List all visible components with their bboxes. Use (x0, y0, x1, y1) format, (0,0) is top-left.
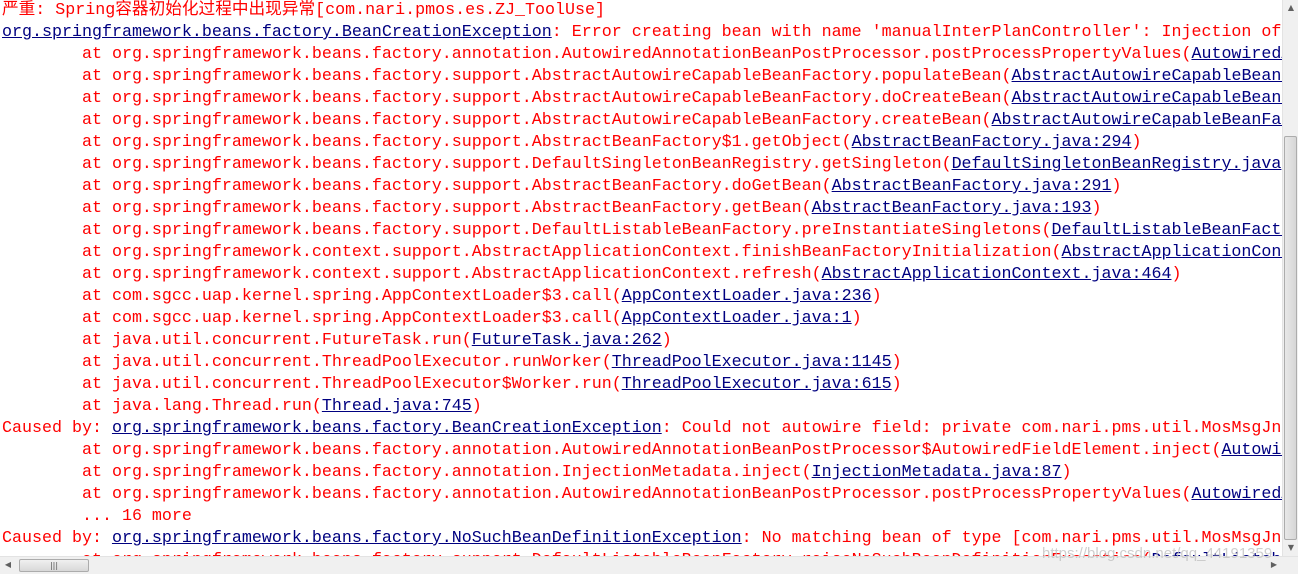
console-output: 严重: Spring容器初始化过程中出现异常[com.nari.pmos.es.… (0, 0, 1282, 556)
console-text: ) (1171, 265, 1182, 284)
stacktrace-link[interactable]: AbstractApplicationContext.java:464 (822, 265, 1172, 284)
stacktrace-link[interactable]: AutowiredAnnotationBeanPostProcessor.jav… (1191, 485, 1282, 504)
console-text: at org.springframework.beans.factory.sup… (2, 199, 812, 218)
grip-icon: ||| (49, 561, 59, 570)
console-text: ) (1091, 199, 1102, 218)
stacktrace-link[interactable]: AbstractAutowireCapableBeanFactory.java (992, 111, 1282, 130)
stacktrace-link[interactable]: AbstractBeanFactory.java:294 (852, 133, 1132, 152)
stacktrace-link[interactable]: FutureTask.java:262 (472, 331, 662, 350)
console-line: at org.springframework.beans.factory.sup… (2, 154, 1281, 176)
console-line: at org.springframework.beans.factory.sup… (2, 176, 1122, 198)
console-line: at java.util.concurrent.ThreadPoolExecut… (2, 374, 902, 396)
console-text: at java.lang.Thread.run( (2, 397, 322, 416)
console-line: at org.springframework.beans.factory.ann… (2, 484, 1282, 506)
console-text: ) (1111, 177, 1122, 196)
console-text: ) (891, 375, 902, 394)
console-line: ... 16 more (2, 506, 192, 528)
console-line: at com.sgcc.uap.kernel.spring.AppContext… (2, 286, 882, 308)
console-text: at java.util.concurrent.ThreadPoolExecut… (2, 353, 612, 372)
console-line: at org.springframework.beans.factory.sup… (2, 66, 1282, 88)
console-line: at org.springframework.beans.factory.ann… (2, 440, 1282, 462)
console-text: at org.springframework.beans.factory.ann… (2, 45, 1192, 64)
scroll-left-arrow-icon[interactable]: ◀ (0, 560, 16, 569)
console-text: Caused by: (2, 529, 112, 548)
stacktrace-link[interactable]: AbstractBeanFactory.java:193 (812, 199, 1092, 218)
stacktrace-link[interactable]: ThreadPoolExecutor.java:1145 (612, 353, 892, 372)
stacktrace-link[interactable]: AutowiredAnnotationBeanPostProcessor.jav… (1191, 45, 1282, 64)
console-text: ) (851, 309, 862, 328)
stacktrace-link[interactable]: AbstractAutowireCapableBeanFactory.java (1012, 89, 1282, 108)
console-text: at org.springframework.beans.factory.sup… (2, 177, 832, 196)
console-text: Caused by: (2, 419, 112, 438)
console-text: ) (1061, 463, 1072, 482)
console-text: at com.sgcc.uap.kernel.spring.AppContext… (2, 309, 622, 328)
console-line: at java.lang.Thread.run(Thread.java:745) (2, 396, 482, 418)
console-text: at org.springframework.beans.factory.ann… (2, 463, 812, 482)
console-text: at org.springframework.beans.factory.sup… (2, 67, 1012, 86)
stacktrace-link[interactable]: org.springframework.beans.factory.BeanCr… (112, 419, 662, 438)
horizontal-scrollbar-thumb[interactable]: ||| (19, 559, 89, 572)
stacktrace-link[interactable]: AbstractBeanFactory.java:291 (832, 177, 1112, 196)
console-line: at org.springframework.context.support.A… (2, 242, 1282, 264)
console-line: Caused by: org.springframework.beans.fac… (2, 418, 1281, 440)
console-text: at org.springframework.beans.factory.sup… (2, 221, 1052, 240)
console-line: at org.springframework.beans.factory.ann… (2, 462, 1072, 484)
stacktrace-link[interactable]: AbstractAutowireCapableBeanFactory.java (1012, 67, 1282, 86)
stacktrace-link[interactable]: AppContextLoader.java:236 (622, 287, 872, 306)
stacktrace-link[interactable]: org.springframework.beans.factory.NoSuch… (112, 529, 742, 548)
console-text: : Error creating bean with name 'manualI… (551, 23, 1282, 42)
console-line: 严重: Spring容器初始化过程中出现异常[com.nari.pmos.es.… (2, 0, 605, 22)
console-text: at org.springframework.beans.factory.sup… (2, 111, 992, 130)
stacktrace-link[interactable]: AppContextLoader.java:1 (622, 309, 852, 328)
console-text: at org.springframework.context.support.A… (2, 243, 1062, 262)
console-text: at com.sgcc.uap.kernel.spring.AppContext… (2, 287, 622, 306)
console-line: at org.springframework.beans.factory.ann… (2, 44, 1282, 66)
console-text: at org.springframework.context.support.A… (2, 265, 822, 284)
vertical-scrollbar-thumb[interactable] (1284, 136, 1297, 540)
scroll-up-arrow-icon[interactable]: ▲ (1283, 3, 1298, 12)
console-text: at org.springframework.beans.factory.sup… (2, 155, 952, 174)
console-line: at org.springframework.beans.factory.sup… (2, 132, 1142, 154)
console-text: ) (871, 287, 882, 306)
console-text: at org.springframework.beans.factory.ann… (2, 485, 1192, 504)
console-text: at org.springframework.beans.factory.ann… (2, 441, 1222, 460)
console-line: at org.springframework.beans.factory.sup… (2, 88, 1282, 110)
console-text: ... 16 more (2, 507, 192, 526)
console-text: ) (471, 397, 482, 416)
console-text: ) (661, 331, 672, 350)
stacktrace-link[interactable]: DefaultListableBeanFactory.java (1052, 221, 1282, 240)
vertical-scrollbar[interactable]: ▲ ▼ (1282, 0, 1298, 556)
console-text: at java.util.concurrent.ThreadPoolExecut… (2, 375, 622, 394)
stacktrace-link[interactable]: AutowiredAnnotationBeanPostProcessor.jav… (1221, 441, 1282, 460)
console-text: : Could not autowire field: private com.… (661, 419, 1282, 438)
console-text: 严重: Spring容器初始化过程中出现异常[com.nari.pmos.es.… (2, 1, 606, 20)
stacktrace-link[interactable]: org.springframework.beans.factory.BeanCr… (2, 23, 552, 42)
console-line: at org.springframework.beans.factory.sup… (2, 198, 1102, 220)
watermark: https://blog.csdn.net/qq_44191359 (1042, 545, 1273, 562)
console-line: org.springframework.beans.factory.BeanCr… (2, 22, 1281, 44)
console-line: at org.springframework.beans.factory.sup… (2, 110, 1282, 132)
stacktrace-link[interactable]: ThreadPoolExecutor.java:615 (622, 375, 892, 394)
console-text: at java.util.concurrent.FutureTask.run( (2, 331, 472, 350)
console-text: ) (1131, 133, 1142, 152)
console-text: at org.springframework.beans.factory.sup… (2, 89, 1012, 108)
scroll-down-arrow-icon[interactable]: ▼ (1283, 543, 1298, 552)
console-text: at org.springframework.beans.factory.sup… (2, 133, 852, 152)
console-line: at com.sgcc.uap.kernel.spring.AppContext… (2, 308, 862, 330)
console-line: at java.util.concurrent.FutureTask.run(F… (2, 330, 672, 352)
stacktrace-link[interactable]: Thread.java:745 (322, 397, 472, 416)
console-line: at org.springframework.context.support.A… (2, 264, 1182, 286)
console-line: at java.util.concurrent.ThreadPoolExecut… (2, 352, 902, 374)
console-text: ) (891, 353, 902, 372)
console-line: at org.springframework.beans.factory.sup… (2, 220, 1282, 242)
stacktrace-link[interactable]: DefaultSingletonBeanRegistry.java (952, 155, 1282, 174)
stacktrace-link[interactable]: AbstractApplicationContext.java (1062, 243, 1282, 262)
stacktrace-link[interactable]: InjectionMetadata.java:87 (812, 463, 1062, 482)
